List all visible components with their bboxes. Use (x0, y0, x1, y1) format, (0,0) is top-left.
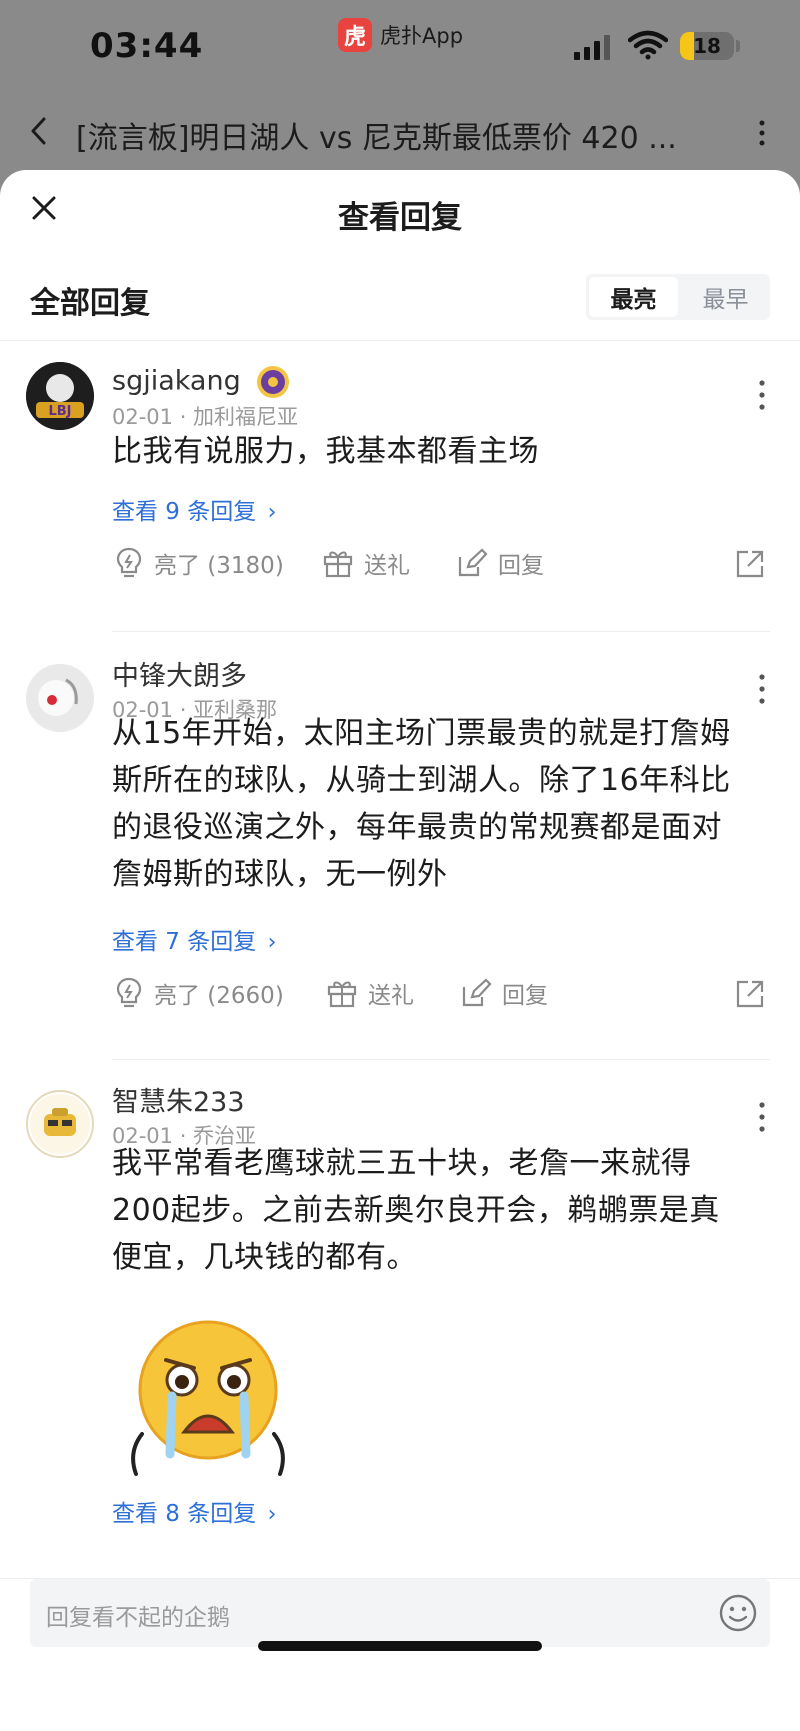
comment-text-line: 我平常看老鹰球就三五十块，老詹一来就得 (112, 1146, 692, 1181)
comment-text-line: 的退役巡演之外，每年最贵的常规赛都是面对 (112, 810, 722, 845)
chevron-right-icon: › (267, 930, 277, 955)
battery-level: 18 (693, 34, 721, 58)
thread-title: [流言板]明日湖人 vs 尼克斯最低票价 420 ... (76, 121, 677, 156)
comment-text-line: 从15年开始，太阳主场门票最贵的就是打詹姆 (112, 716, 731, 751)
more-options-icon[interactable] (754, 672, 770, 706)
view-replies-link[interactable]: 查看 9 条回复 › (112, 492, 276, 526)
comment-text: 比我有说服力，我基本都看主场 (112, 434, 539, 469)
more-options-icon[interactable] (752, 115, 772, 151)
reply-button[interactable]: 回复 (456, 546, 544, 580)
username[interactable]: 中锋大朗多 (112, 654, 247, 693)
wifi-icon (628, 30, 668, 60)
view-replies-link[interactable]: 查看 8 条回复 › (112, 1494, 276, 1528)
comment-text: 我平常看老鹰球就三五十块，老詹一来就得 200起步。之前去新奥尔良开会，鹈鹕票是… (112, 1140, 772, 1281)
hupu-logo-icon: 虎 (338, 18, 372, 52)
lightbulb-icon (116, 547, 142, 578)
reply-label: 回复 (502, 983, 548, 1009)
view-replies-text: 查看 8 条回复 (112, 1501, 257, 1527)
status-bar: 03:44 虎 虎扑App 18 (0, 0, 800, 95)
nav-bar: [流言板]明日湖人 vs 尼克斯最低票价 420 ... (0, 95, 800, 170)
comment-meta: 02-01 · 加利福尼亚 (112, 405, 299, 429)
svg-text:LBJ: LBJ (48, 404, 71, 419)
user-badge-icon (257, 366, 290, 398)
battery-icon: 18 (680, 32, 734, 60)
edit-icon (458, 548, 488, 577)
crying-emoji-sticker[interactable] (122, 1314, 292, 1484)
view-replies-link[interactable]: 查看 7 条回复 › (112, 922, 276, 956)
gift-button[interactable]: 送礼 (326, 976, 414, 1010)
comment-actions: 亮了 (3180) 送礼 回复 (112, 546, 772, 586)
comment-text-line: 詹姆斯的球队，无一例外 (112, 857, 448, 892)
sort-option-earliest[interactable]: 最早 (681, 274, 770, 320)
username-text: sgjiakang (112, 365, 241, 397)
reply-placeholder: 回复看不起的企鹅 (46, 1605, 230, 1631)
sort-toggle: 最亮 最早 (586, 274, 770, 320)
like-count: 亮了 (2660) (154, 983, 284, 1009)
reply-label: 回复 (498, 553, 544, 579)
username[interactable]: sgjiakang (112, 364, 291, 400)
cellular-signal-icon (574, 34, 610, 60)
comment-text-line: 斯所在的球队，从骑士到湖人。除了16年科比 (112, 763, 731, 798)
more-options-icon[interactable] (754, 378, 770, 412)
app-indicator: 虎 虎扑App (338, 18, 463, 52)
avatar[interactable] (26, 1090, 94, 1158)
view-replies-text: 查看 9 条回复 (112, 499, 257, 525)
gift-icon (323, 551, 353, 578)
comment-item: 中锋大朗多 02-01 · 亚利桑那 从15年开始，太阳主场门票最贵的就是打詹姆… (0, 632, 800, 1060)
comment-item: LBJ sgjiakang 02-01 · 加利福尼亚 比我有说服力，我基本都看… (0, 340, 800, 632)
avatar[interactable]: LBJ (26, 362, 94, 430)
back-icon[interactable] (22, 113, 58, 149)
view-replies-text: 查看 7 条回复 (112, 929, 257, 955)
emoji-icon[interactable] (718, 1593, 758, 1633)
gift-button[interactable]: 送礼 (322, 546, 410, 580)
reply-button[interactable]: 回复 (460, 976, 548, 1010)
username[interactable]: 智慧朱233 (112, 1080, 245, 1119)
comment-text: 从15年开始，太阳主场门票最贵的就是打詹姆 斯所在的球队，从骑士到湖人。除了16… (112, 710, 772, 898)
more-options-icon[interactable] (754, 1100, 770, 1134)
comment-actions: 亮了 (2660) 送礼 回复 (112, 976, 772, 1016)
section-title: 全部回复 (30, 286, 150, 321)
comment-item: 智慧朱233 02-01 · 乔治亚 我平常看老鹰球就三五十块，老詹一来就得 2… (0, 1060, 800, 1560)
gift-label: 送礼 (364, 553, 410, 579)
avatar[interactable] (26, 664, 94, 732)
lightbulb-icon (116, 977, 142, 1008)
app-name: 虎扑App (380, 24, 464, 48)
gift-label: 送礼 (368, 983, 414, 1009)
sheet-header: 查看回复 (0, 170, 800, 250)
like-count: 亮了 (3180) (154, 553, 284, 579)
share-icon[interactable] (734, 548, 766, 580)
gift-icon (327, 981, 357, 1008)
like-button[interactable]: 亮了 (2660) (114, 976, 284, 1010)
share-icon[interactable] (734, 978, 766, 1010)
sort-option-brightest[interactable]: 最亮 (589, 277, 678, 317)
reply-input[interactable]: 回复看不起的企鹅 (30, 1579, 770, 1647)
comment-text-line: 便宜，几块钱的都有。 (112, 1240, 417, 1275)
like-button[interactable]: 亮了 (3180) (114, 546, 284, 580)
replies-sheet: 查看回复 全部回复 最亮 最早 LBJ sgjiakang 02-01 · 加利… (0, 170, 800, 1731)
comment-text-line: 200起步。之前去新奥尔良开会，鹈鹕票是真 (112, 1193, 720, 1228)
edit-icon (462, 978, 492, 1007)
status-time: 03:44 (90, 26, 204, 66)
chevron-right-icon: › (267, 1502, 277, 1527)
battery-tip (736, 40, 740, 52)
section-header: 全部回复 最亮 最早 (0, 250, 800, 341)
sheet-title: 查看回复 (338, 200, 462, 236)
chevron-right-icon: › (267, 500, 277, 525)
